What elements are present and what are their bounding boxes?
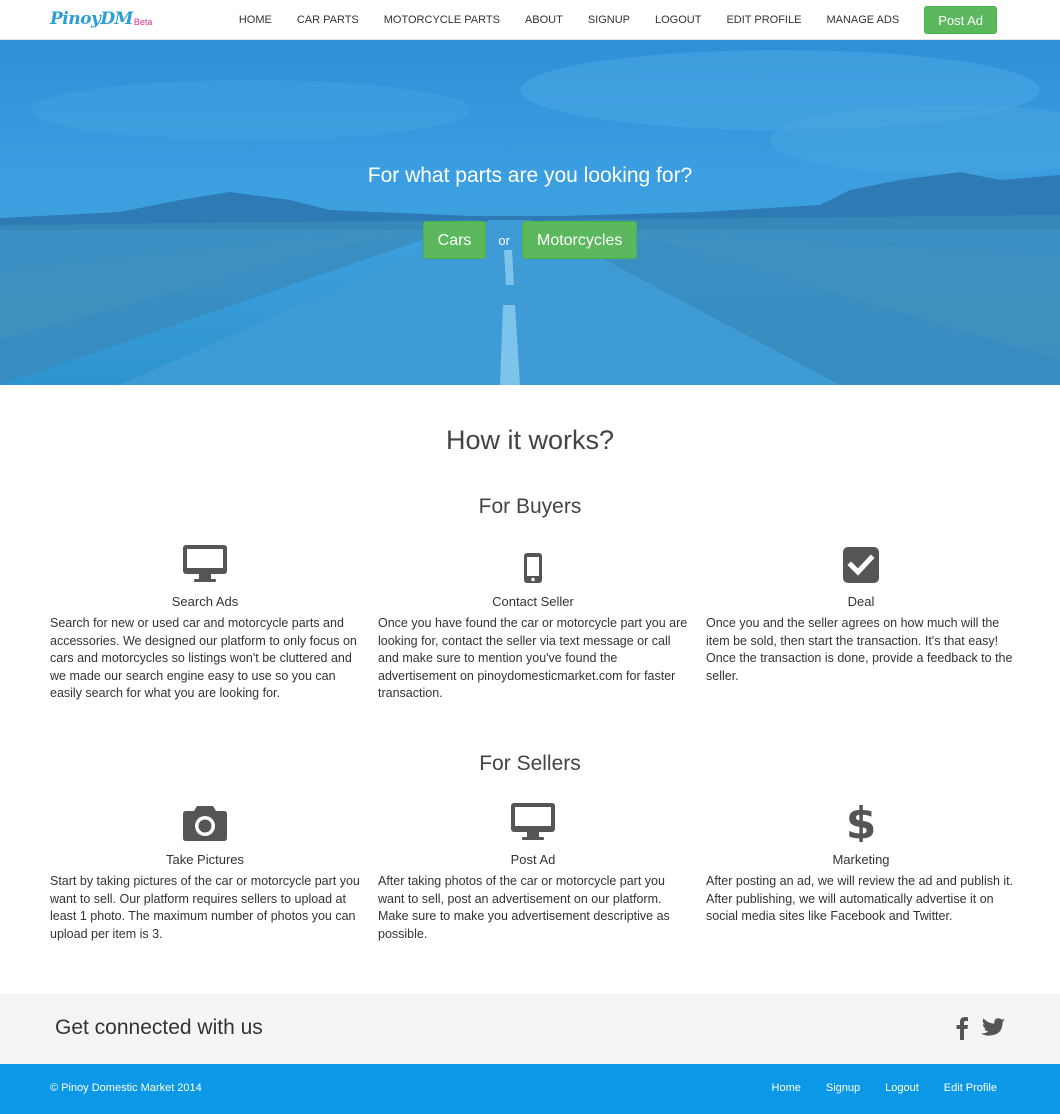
copyright: © Pinoy Domestic Market 2014 (50, 1082, 202, 1094)
or-text: or (498, 232, 510, 248)
feature-description: Search for new or used car and motorcycl… (50, 616, 357, 701)
brand-beta-badge: Beta (133, 17, 153, 27)
nav-edit-profile[interactable]: EDIT PROFILE (726, 14, 801, 26)
twitter-icon[interactable] (981, 1018, 1005, 1042)
feature-title: Take Pictures (165, 852, 245, 867)
footer-edit-profile-link[interactable]: Edit Profile (944, 1082, 997, 1094)
feature-description: Once you have found the car or motorcycl… (378, 616, 688, 701)
for-buyers-title: For Buyers (478, 495, 582, 518)
feature-title: Contact Seller (492, 594, 574, 609)
footer-home-link[interactable]: Home (772, 1082, 801, 1094)
feature-description: Start by taking pictures of the car or m… (50, 874, 360, 941)
feature-contact-seller: Contact Seller Once you have found the c… (378, 538, 688, 703)
footer: © Pinoy Domestic Market 2014 Home Signup… (0, 1064, 1060, 1114)
nav-logout[interactable]: LOGOUT (655, 14, 701, 26)
feature-deal: Deal Once you and the seller agrees on h… (706, 538, 1016, 685)
nav-links: HOME CAR PARTS MOTORCYCLE PARTS ABOUT SI… (239, 0, 997, 40)
checkbox-checked-icon (706, 538, 1016, 584)
cars-button[interactable]: Cars (422, 221, 487, 259)
feature-take-pictures: Take Pictures Start by taking pictures o… (50, 796, 360, 943)
feature-title: Marketing (832, 852, 890, 867)
motorcycles-button[interactable]: Motorcycles (521, 221, 638, 259)
nav-manage-ads[interactable]: MANAGE ADS (826, 14, 899, 26)
feature-description: After posting an ad, we will review the … (706, 874, 1014, 924)
road-background-image (0, 50, 1060, 385)
feature-title: Post Ad (510, 852, 556, 867)
desktop-icon (50, 538, 360, 584)
feature-search-ads: Search Ads Search for new or used car an… (50, 538, 360, 703)
brand-name: PinoyDM (50, 9, 133, 29)
svg-text:$: $ (848, 798, 874, 842)
footer-links: Home Signup Logout Edit Profile (747, 1082, 997, 1094)
footer-signup-link[interactable]: Signup (826, 1082, 860, 1094)
camera-icon (50, 796, 360, 842)
social-connect-bar: Get connected with us (0, 994, 1060, 1064)
footer-logout-link[interactable]: Logout (885, 1082, 919, 1094)
feature-description: After taking photos of the car or motorc… (378, 874, 670, 941)
connect-heading: Get connected with us (55, 1016, 263, 1039)
hero-buttons: Cars or Motorcycles (0, 221, 1060, 259)
brand-logo[interactable]: PinoyDM Beta (50, 9, 152, 29)
nav-home[interactable]: HOME (239, 14, 272, 26)
mobile-phone-icon (378, 538, 688, 584)
desktop-icon (378, 796, 688, 842)
dollar-icon: $ (706, 796, 1016, 842)
nav-car-parts[interactable]: CAR PARTS (297, 14, 359, 26)
social-links (943, 1016, 1005, 1044)
feature-marketing: $ Marketing After posting an ad, we will… (706, 796, 1016, 926)
post-ad-button[interactable]: Post Ad (924, 6, 997, 34)
nav-signup[interactable]: SIGNUP (588, 14, 630, 26)
navbar: PinoyDM Beta HOME CAR PARTS MOTORCYCLE P… (0, 0, 1060, 40)
feature-description: Once you and the seller agrees on how mu… (706, 616, 1013, 683)
feature-title: Deal (847, 594, 875, 609)
feature-title: Search Ads (171, 594, 239, 609)
nav-about[interactable]: ABOUT (525, 14, 563, 26)
nav-motorcycle-parts[interactable]: MOTORCYCLE PARTS (384, 14, 500, 26)
feature-post-ad: Post Ad After taking photos of the car o… (378, 796, 688, 943)
facebook-icon[interactable] (955, 1016, 969, 1044)
for-sellers-title: For Sellers (479, 752, 581, 775)
hero-title: For what parts are you looking for? (367, 164, 693, 187)
hero-banner: For what parts are you looking for? Cars… (0, 40, 1060, 385)
how-it-works-title: How it works? (445, 425, 615, 455)
